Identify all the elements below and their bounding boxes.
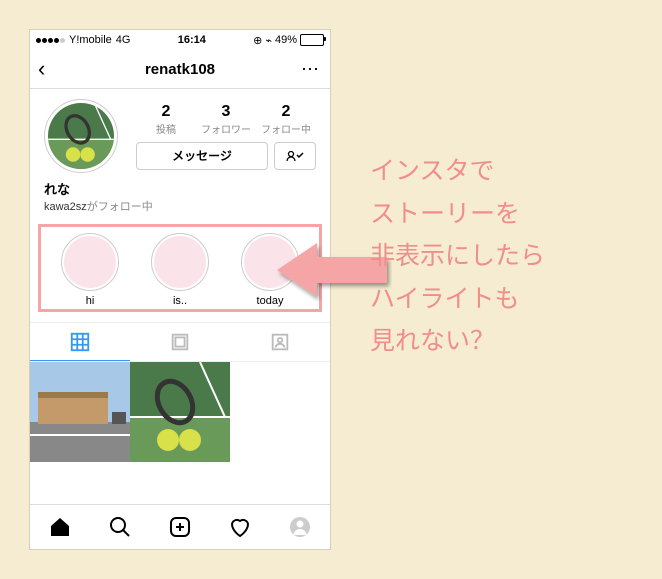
stat-followers-label: フォロワー (196, 121, 256, 136)
status-bar: Y!mobile 4G 16:14 ⊕ ⌁ 49% (30, 30, 330, 50)
add-icon (168, 515, 192, 539)
profile-header: 2 投稿 3 フォロワー 2 フォロー中 メッセージ (30, 89, 330, 179)
nav-activity[interactable] (228, 515, 252, 539)
signal-icon (36, 38, 65, 43)
post-image (30, 362, 130, 462)
profile-stats: 2 投稿 3 フォロワー 2 フォロー中 メッセージ (136, 99, 316, 173)
battery-icon (300, 34, 324, 46)
stat-posts[interactable]: 2 投稿 (136, 103, 196, 136)
nav-home[interactable] (48, 515, 72, 539)
back-button[interactable]: ‹ (38, 56, 45, 82)
tagged-icon (269, 331, 291, 353)
caption-line: 見れない？ (370, 320, 640, 363)
post-image (130, 362, 230, 462)
avatar-image (48, 103, 114, 169)
highlight-label: hi (86, 295, 95, 307)
grid-icon (69, 331, 91, 353)
feed-icon (169, 331, 191, 353)
stat-following-label: フォロー中 (256, 121, 316, 136)
highlight-thumb (64, 236, 116, 288)
caption-line: 非表示にしたら (370, 235, 640, 278)
profile-bio: れな kawa2szがフォロー中 (30, 179, 330, 220)
stat-following[interactable]: 2 フォロー中 (256, 103, 316, 136)
heart-icon (228, 515, 252, 539)
caption-line: インスタで (370, 150, 640, 193)
avatar[interactable] (44, 99, 118, 173)
stat-followers-count: 3 (196, 103, 256, 121)
tab-grid[interactable] (30, 323, 130, 361)
bluetooth-icon: ⌁ (265, 34, 272, 47)
post-thumbnail[interactable] (30, 362, 130, 462)
highlight-label: is.. (173, 295, 187, 307)
caption-line: ストーリーを (370, 193, 640, 236)
nav-bar: ‹ renatk108 ⋯ (30, 50, 330, 89)
caption-line: ハイライトも (370, 278, 640, 321)
followed-by-user: kawa2sz (44, 201, 87, 213)
carrier-label: Y!mobile (69, 34, 112, 46)
profile-icon (288, 515, 312, 539)
nav-search[interactable] (108, 515, 132, 539)
nav-add[interactable] (168, 515, 192, 539)
home-icon (48, 515, 72, 539)
highlight-thumb (154, 236, 206, 288)
page-title: renatk108 (145, 61, 215, 78)
more-button[interactable]: ⋯ (301, 59, 320, 80)
stat-followers[interactable]: 3 フォロワー (196, 103, 256, 136)
clock-label: 16:14 (134, 34, 249, 46)
profile-tabs (30, 322, 330, 362)
highlight-item[interactable]: is.. (145, 233, 215, 307)
followed-by: kawa2szがフォロー中 (44, 198, 316, 214)
display-name: れな (44, 179, 316, 198)
followed-by-suffix: がフォロー中 (87, 201, 153, 213)
battery-pct: 49% (275, 34, 297, 46)
network-label: 4G (116, 34, 131, 46)
search-icon (108, 515, 132, 539)
bottom-nav (30, 504, 330, 549)
alarm-icon: ⊕ (253, 34, 262, 47)
stat-posts-label: 投稿 (136, 121, 196, 136)
stat-following-count: 2 (256, 103, 316, 121)
post-thumbnail[interactable] (130, 362, 230, 462)
tab-tagged[interactable] (230, 323, 330, 361)
posts-grid (30, 362, 330, 462)
follow-state-button[interactable] (274, 142, 316, 170)
stat-posts-count: 2 (136, 103, 196, 121)
nav-profile[interactable] (288, 515, 312, 539)
tab-feed[interactable] (130, 323, 230, 361)
message-button[interactable]: メッセージ (136, 142, 268, 170)
highlight-item[interactable]: hi (55, 233, 125, 307)
annotation-text: インスタで ストーリーを 非表示にしたら ハイライトも 見れない？ (370, 150, 640, 363)
following-icon (286, 150, 304, 162)
